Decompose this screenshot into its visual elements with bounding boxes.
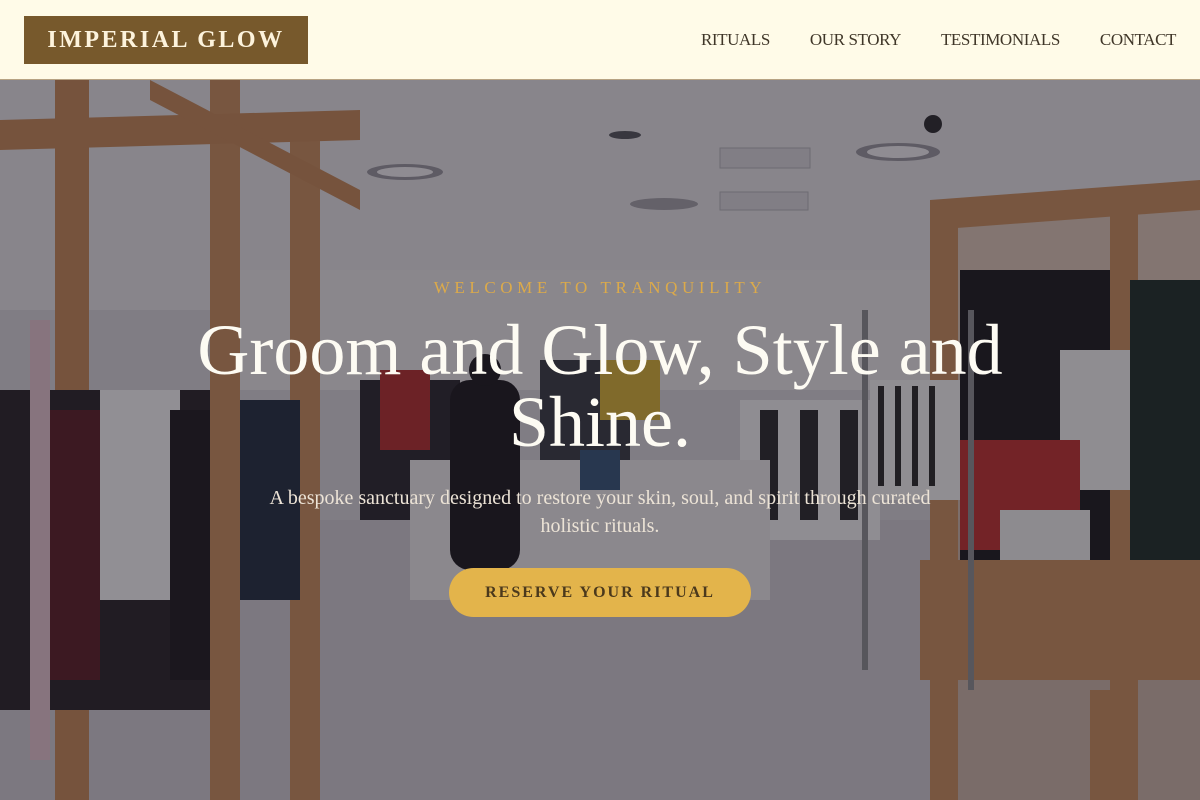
main-nav: RITUALS OUR STORY TESTIMONIALS CONTACT bbox=[701, 0, 1176, 80]
nav-link-rituals[interactable]: RITUALS bbox=[701, 30, 770, 50]
nav-link-testimonials[interactable]: TESTIMONIALS bbox=[941, 30, 1060, 50]
site-header: IMPERIAL GLOW RITUALS OUR STORY TESTIMON… bbox=[0, 0, 1200, 80]
reserve-ritual-button[interactable]: RESERVE YOUR RITUAL bbox=[449, 568, 751, 617]
hero-headline: Groom and Glow, Style and Shine. bbox=[197, 310, 1003, 462]
brand-logo[interactable]: IMPERIAL GLOW bbox=[24, 16, 308, 64]
hero-content: WELCOME TO TRANQUILITY Groom and Glow, S… bbox=[0, 80, 1200, 800]
hero-eyebrow: WELCOME TO TRANQUILITY bbox=[433, 278, 767, 297]
nav-link-contact[interactable]: CONTACT bbox=[1100, 30, 1177, 50]
hero-subtitle: A bespoke sanctuary designed to restore … bbox=[269, 487, 931, 537]
hero-section: WELCOME TO TRANQUILITY Groom and Glow, S… bbox=[0, 80, 1200, 800]
nav-link-our-story[interactable]: OUR STORY bbox=[810, 30, 901, 50]
